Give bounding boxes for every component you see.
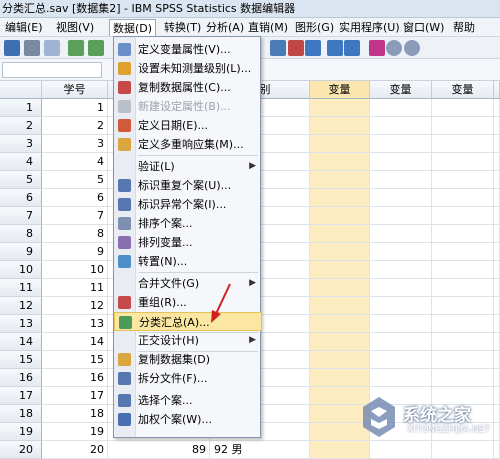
- watermark-text: 系统之家: [403, 406, 471, 426]
- annotation-arrow: [211, 283, 231, 323]
- watermark: 系统之家 XITONGZHIJIA.NET: [355, 393, 500, 443]
- watermark-url: XITONGZHIJIA.NET: [407, 425, 490, 435]
- watermark-logo-icon: [363, 397, 395, 437]
